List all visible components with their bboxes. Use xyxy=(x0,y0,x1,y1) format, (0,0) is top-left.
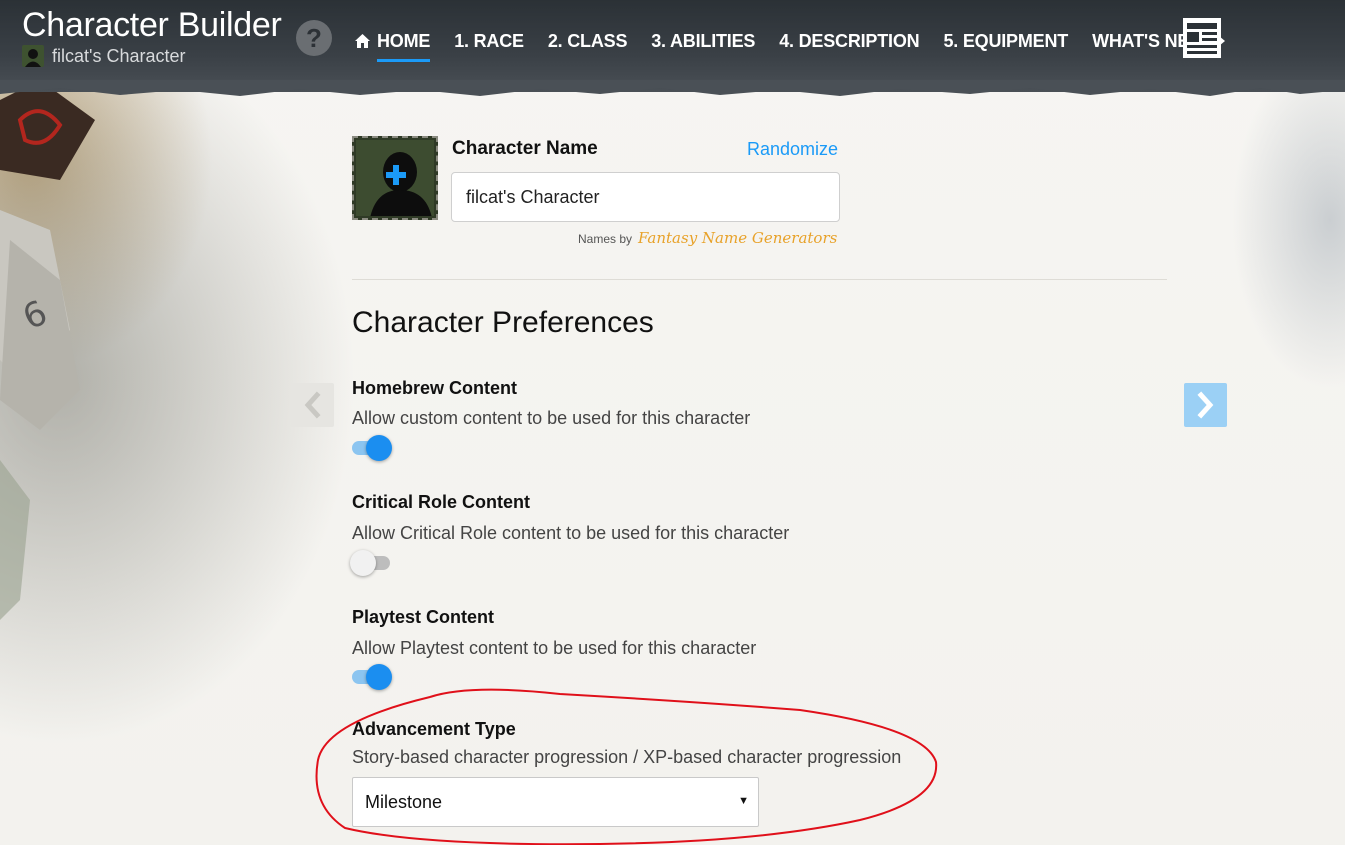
nav-class-label: 2. CLASS xyxy=(547,30,628,51)
chevron-left-icon xyxy=(304,391,321,419)
toggle-knob xyxy=(366,435,392,461)
dropdown-caret-icon: ▼ xyxy=(738,795,749,807)
previous-step-button[interactable] xyxy=(291,383,334,427)
preferences-heading: Character Preferences xyxy=(352,306,654,339)
nav-abilities-label: 3. ABILITIES xyxy=(651,30,756,51)
nav-race[interactable]: 1. RACE xyxy=(454,28,524,54)
character-portrait[interactable] xyxy=(352,136,438,220)
advancement-selected-value: Milestone xyxy=(365,792,443,812)
top-header: Character Builder filcat's Character ? H… xyxy=(0,0,1345,92)
help-button[interactable]: ? xyxy=(296,20,332,56)
next-step-button[interactable] xyxy=(1184,383,1227,427)
nav-home[interactable]: HOME xyxy=(355,28,431,62)
randomize-link[interactable]: Randomize xyxy=(747,139,838,160)
nav-race-label: 1. RACE xyxy=(454,30,524,51)
nav-description-label: 4. DESCRIPTION xyxy=(779,30,920,51)
toggle-knob xyxy=(366,664,392,690)
nav-abilities[interactable]: 3. ABILITIES xyxy=(651,28,755,54)
current-character-name: filcat's Character xyxy=(52,45,186,66)
character-avatar-small xyxy=(22,45,44,67)
names-attribution: Names by Fantasy Name Generators xyxy=(578,229,837,247)
silhouette-icon xyxy=(25,49,41,67)
nav-description[interactable]: 4. DESCRIPTION xyxy=(779,28,919,54)
character-name-input[interactable] xyxy=(451,172,840,222)
header-torn-edge xyxy=(0,80,1345,96)
advancement-description: Story-based character progression / XP-b… xyxy=(352,747,902,767)
playtest-title: Playtest Content xyxy=(352,607,495,627)
homebrew-toggle[interactable] xyxy=(352,435,392,461)
critical-role-description: Allow Critical Role content to be used f… xyxy=(352,523,790,543)
critical-role-toggle[interactable] xyxy=(350,550,392,576)
add-portrait-icon xyxy=(386,165,406,185)
homebrew-title: Homebrew Content xyxy=(352,378,518,398)
app-title: Character Builder xyxy=(22,6,282,44)
character-sheet-icon[interactable] xyxy=(1183,18,1221,58)
homebrew-description: Allow custom content to be used for this… xyxy=(352,408,751,428)
toggle-knob xyxy=(350,550,376,576)
step-navigation: HOME 1. RACE 2. CLASS 3. ABILITIES 4. DE… xyxy=(355,28,1250,62)
nav-home-label: HOME xyxy=(377,30,431,51)
fantasy-name-generators-logo[interactable]: Fantasy Name Generators xyxy=(638,229,837,247)
playtest-description: Allow Playtest content to be used for th… xyxy=(352,638,757,658)
dice-artwork: 6 xyxy=(0,80,95,620)
advancement-title: Advancement Type xyxy=(352,719,516,739)
names-by-label: Names by xyxy=(578,232,633,246)
current-character[interactable]: filcat's Character xyxy=(22,45,185,67)
nav-class[interactable]: 2. CLASS xyxy=(547,28,628,54)
home-icon xyxy=(355,34,370,48)
critical-role-title: Critical Role Content xyxy=(352,492,531,512)
nav-equipment[interactable]: 5. EQUIPMENT xyxy=(943,28,1068,54)
nav-equipment-label: 5. EQUIPMENT xyxy=(943,30,1069,51)
character-name-label: Character Name xyxy=(452,138,598,159)
playtest-toggle[interactable] xyxy=(352,664,392,690)
section-divider xyxy=(352,279,1167,280)
chevron-right-icon xyxy=(1197,391,1214,419)
advancement-type-select[interactable]: Milestone ▼ xyxy=(352,777,759,827)
